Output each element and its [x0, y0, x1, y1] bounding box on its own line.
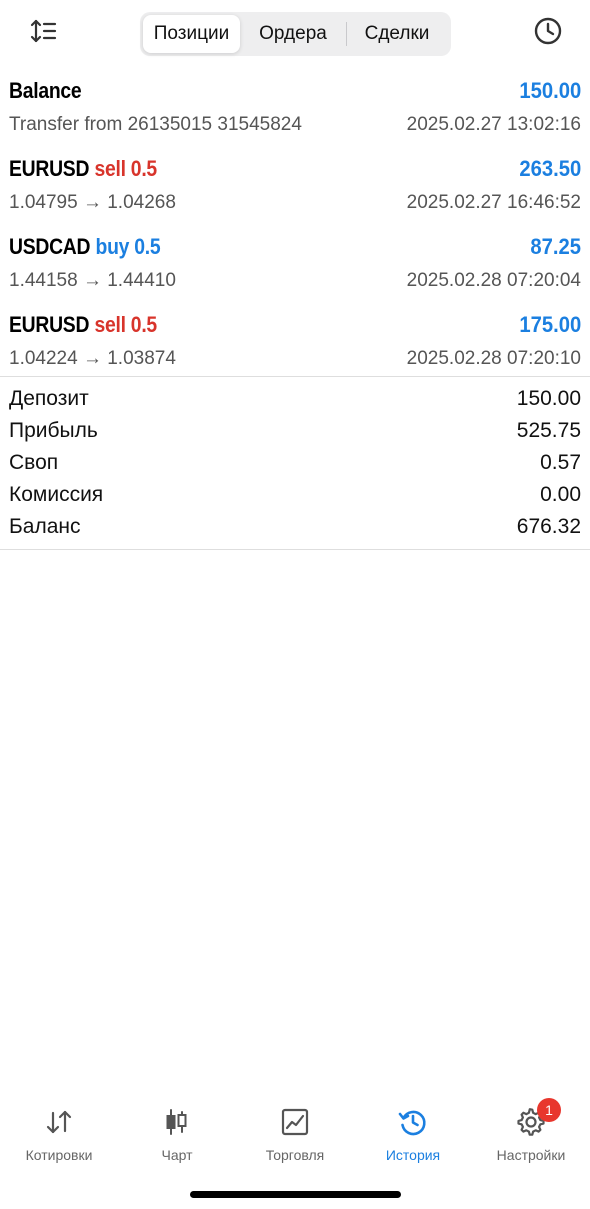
- tab-trade-label: Торговля: [265, 1147, 325, 1163]
- deal-row-balance[interactable]: Balance 150.00 Transfer from 26135015 31…: [0, 70, 590, 148]
- period-button[interactable]: [528, 13, 568, 53]
- tab-positions[interactable]: Позиции: [143, 15, 240, 53]
- candlestick-chart-icon: [159, 1104, 195, 1140]
- deal-prices: 1.04795 → 1.04268: [9, 192, 176, 213]
- trade-chart-icon: [277, 1104, 313, 1140]
- tab-deals-label: Сделки: [364, 23, 430, 44]
- tab-positions-label: Позиции: [153, 23, 230, 44]
- summary-label: Прибыль: [9, 419, 98, 442]
- summary-label: Депозит: [9, 387, 89, 410]
- deal-side: sell 0.5: [94, 156, 157, 181]
- tab-quotes-label: Котировки: [25, 1147, 93, 1163]
- tab-chart[interactable]: Чарт: [118, 1092, 236, 1168]
- summary-profit: Прибыль 525.75: [0, 415, 590, 447]
- list-divider: [0, 376, 590, 377]
- top-toolbar: Позиции Ордера Сделки: [0, 0, 590, 66]
- summary-value: 0.57: [540, 451, 581, 474]
- deal-amount: 87.25: [530, 234, 581, 259]
- sort-button[interactable]: [24, 14, 64, 52]
- tab-history-label: История: [385, 1147, 441, 1163]
- deal-amount: 263.50: [519, 156, 581, 181]
- deal-symbol: EURUSD sell 0.5: [9, 156, 157, 181]
- deal-prices: 1.44158 → 1.44410: [9, 270, 176, 291]
- deal-side: sell 0.5: [94, 312, 157, 337]
- tab-deals[interactable]: Сделки: [347, 15, 447, 53]
- summary-balance: Баланс 676.32: [0, 511, 590, 543]
- tab-chart-label: Чарт: [161, 1147, 193, 1163]
- deal-time: 2025.02.27 16:46:52: [406, 192, 581, 213]
- summary-commission: Комиссия 0.00: [0, 479, 590, 511]
- deal-time: 2025.02.28 07:20:04: [406, 270, 581, 291]
- quotes-arrows-icon: [41, 1104, 77, 1140]
- view-tabs: Позиции Ордера Сделки: [140, 12, 451, 56]
- deal-time: 2025.02.28 07:20:10: [406, 348, 581, 369]
- deal-side: buy 0.5: [95, 234, 161, 259]
- deal-comment: Transfer from 26135015 31545824: [9, 114, 302, 135]
- bottom-tab-bar: Котировки Чарт Торговля История 1 Настро…: [0, 1092, 590, 1172]
- summary-deposit: Депозит 150.00: [0, 383, 590, 415]
- clock-icon: [533, 16, 563, 51]
- gear-icon: 1: [513, 1098, 561, 1140]
- summary-value: 676.32: [516, 515, 581, 538]
- summary-divider: [0, 549, 590, 550]
- deal-amount: 150.00: [519, 78, 581, 103]
- summary-value: 0.00: [540, 483, 581, 506]
- history-screen: Позиции Ордера Сделки Balance 150.00 Tra…: [0, 0, 590, 1209]
- deal-amount: 175.00: [519, 312, 581, 337]
- deal-row[interactable]: USDCAD buy 0.5 87.25 1.44158 → 1.44410 20…: [0, 226, 590, 304]
- deal-row[interactable]: EURUSD sell 0.5 263.50 1.04795 → 1.04268 …: [0, 148, 590, 226]
- history-icon: [395, 1104, 431, 1140]
- tab-settings[interactable]: 1 Настройки: [472, 1092, 590, 1168]
- sort-arrows-icon: [30, 18, 58, 49]
- summary-label: Комиссия: [9, 483, 104, 506]
- deal-symbol: USDCAD buy 0.5: [9, 234, 161, 259]
- summary-swap: Своп 0.57: [0, 447, 590, 479]
- summary-label: Своп: [9, 451, 59, 474]
- deal-prices: 1.04224 → 1.03874: [9, 348, 176, 369]
- summary-value: 525.75: [516, 419, 581, 442]
- tab-trade[interactable]: Торговля: [236, 1092, 354, 1168]
- deal-symbol: Balance: [9, 78, 82, 103]
- summary-value: 150.00: [516, 387, 581, 410]
- tab-orders[interactable]: Ордера: [240, 15, 346, 53]
- deal-symbol: EURUSD sell 0.5: [9, 312, 157, 337]
- deal-time: 2025.02.27 13:02:16: [406, 114, 581, 135]
- summary-label: Баланс: [9, 515, 81, 538]
- tab-orders-label: Ордера: [259, 23, 327, 44]
- tab-history[interactable]: История: [354, 1092, 472, 1168]
- notification-badge: 1: [537, 1098, 561, 1122]
- tab-quotes[interactable]: Котировки: [0, 1092, 118, 1168]
- home-indicator[interactable]: [190, 1191, 401, 1198]
- deal-row[interactable]: EURUSD sell 0.5 175.00 1.04224 → 1.03874 …: [0, 304, 590, 382]
- tab-settings-label: Настройки: [496, 1147, 566, 1163]
